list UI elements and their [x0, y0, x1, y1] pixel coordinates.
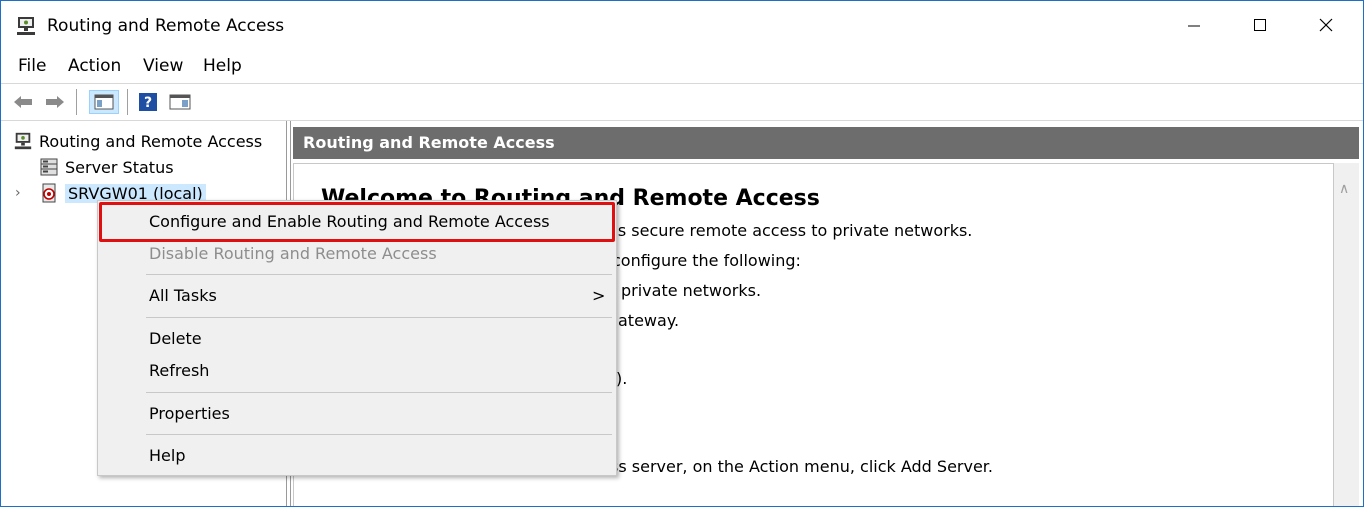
tree-item-server-status[interactable]: Server Status	[39, 155, 174, 179]
welcome-line: private networks.	[621, 281, 762, 300]
expand-chevron-icon[interactable]: ›	[15, 185, 31, 201]
welcome-line: ateway.	[618, 311, 680, 330]
vertical-scrollbar[interactable]: ∧	[1334, 163, 1359, 506]
rras-app-icon	[17, 17, 35, 35]
show-action-pane-button[interactable]	[167, 90, 193, 114]
help-button[interactable]: ?	[137, 90, 159, 114]
menu-bar: File Action View Help	[1, 49, 1363, 81]
menu-item-refresh[interactable]: Refresh	[98, 356, 616, 386]
window-title: Routing and Remote Access	[47, 16, 285, 36]
menu-item-delete[interactable]: Delete	[98, 324, 616, 354]
toolbar-separator	[76, 89, 77, 115]
menu-item-label: Help	[149, 446, 186, 465]
help-icon: ?	[139, 93, 157, 111]
menu-separator	[146, 274, 612, 275]
welcome-line: configure the following:	[612, 251, 801, 270]
back-arrow-icon	[14, 96, 32, 108]
welcome-line: ss server, on the Action menu, click Add…	[610, 457, 993, 476]
server-status-icon	[40, 158, 58, 176]
show-console-tree-button[interactable]	[89, 90, 119, 114]
minimize-icon	[1188, 25, 1200, 27]
menu-item-label: Delete	[149, 329, 202, 348]
menu-item-label: Properties	[149, 404, 230, 423]
tree-item-label: Server Status	[65, 157, 174, 177]
minimize-button[interactable]	[1161, 1, 1227, 49]
menu-item-help[interactable]: Help	[98, 441, 616, 471]
annotation-highlight-box	[99, 202, 615, 242]
welcome-line: es secure remote access to private netwo…	[608, 221, 973, 240]
welcome-line: ).	[616, 369, 628, 388]
menu-file[interactable]: File	[18, 56, 46, 76]
server-stopped-icon	[42, 183, 56, 203]
menu-separator	[146, 317, 612, 318]
maximize-icon	[1254, 19, 1266, 31]
maximize-button[interactable]	[1227, 1, 1293, 49]
tree-item-rras-root[interactable]: Routing and Remote Access	[13, 129, 262, 153]
menu-item-label: All Tasks	[149, 286, 217, 305]
toolbar-separator	[127, 89, 128, 115]
menu-help[interactable]: Help	[203, 56, 242, 76]
menu-action[interactable]: Action	[68, 56, 121, 76]
forward-button[interactable]	[43, 90, 67, 114]
back-button[interactable]	[11, 90, 35, 114]
details-pane-header: Routing and Remote Access	[293, 127, 1359, 159]
menu-separator	[146, 392, 612, 393]
console-tree-icon	[94, 94, 114, 110]
rras-root-icon	[14, 132, 32, 150]
submenu-arrow-icon: >	[592, 286, 606, 305]
menu-item-properties[interactable]: Properties	[98, 399, 616, 429]
action-pane-icon	[169, 94, 191, 110]
close-button[interactable]	[1293, 1, 1359, 49]
menu-view[interactable]: View	[143, 56, 183, 76]
title-bar: Routing and Remote Access	[1, 1, 1363, 49]
rras-window: Routing and Remote Access File Action Vi…	[0, 0, 1364, 507]
close-icon	[1319, 18, 1333, 32]
menu-separator	[146, 434, 612, 435]
scroll-up-icon[interactable]: ∧	[1339, 181, 1349, 197]
forward-arrow-icon	[46, 96, 64, 108]
svg-text:?: ?	[144, 95, 152, 111]
toolbar: ?	[1, 83, 1363, 121]
menu-item-all-tasks[interactable]: All Tasks >	[98, 281, 616, 311]
menu-item-label: Refresh	[149, 361, 210, 380]
tree-item-label: Routing and Remote Access	[39, 131, 263, 151]
menu-item-label: Disable Routing and Remote Access	[149, 244, 437, 263]
menu-item-disable: Disable Routing and Remote Access	[98, 239, 616, 269]
